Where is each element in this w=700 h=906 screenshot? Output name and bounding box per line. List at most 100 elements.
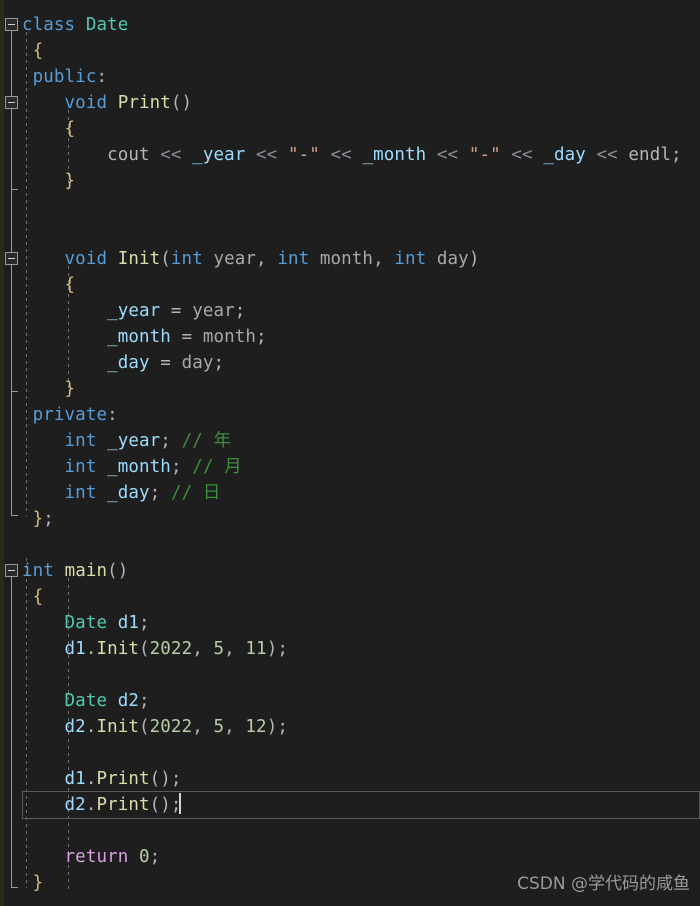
token-plain: () xyxy=(107,561,129,581)
token-brace: } xyxy=(22,873,44,893)
code-line-17[interactable]: int _year; // 年 xyxy=(0,428,700,454)
code-line-text: { xyxy=(22,584,44,610)
token-cmt: // 月 xyxy=(192,457,242,477)
code-line-21[interactable] xyxy=(0,532,700,558)
code-line-3[interactable]: public: xyxy=(0,64,700,90)
code-line-28[interactable]: d2.Init(2022, 5, 12); xyxy=(0,714,700,740)
code-line-9[interactable] xyxy=(0,220,700,246)
token-cmt: // 年 xyxy=(181,431,232,451)
token-param: year xyxy=(192,301,235,321)
token-brace: { xyxy=(22,275,76,295)
token-kw: int xyxy=(64,457,97,477)
token-plain: ( xyxy=(139,717,150,737)
token-kw: int xyxy=(64,431,97,451)
token-plain: ; xyxy=(139,613,150,633)
code-line-26[interactable] xyxy=(0,662,700,688)
code-line-32[interactable] xyxy=(0,818,700,844)
token-cmt: // 日 xyxy=(170,483,221,503)
code-line-22[interactable]: int main() xyxy=(0,558,700,584)
token-kw: int xyxy=(394,249,427,269)
code-line-text: Date d2; xyxy=(22,688,150,714)
code-line-18[interactable]: int _month; // 月 xyxy=(0,454,700,480)
token-op: << xyxy=(160,145,182,165)
token-plain: ; xyxy=(170,457,182,477)
code-line-14[interactable]: _day = day; xyxy=(0,350,700,376)
code-line-text: d1.Init(2022, 5, 11); xyxy=(22,636,288,662)
token-param: day xyxy=(181,353,214,373)
token-var: d2 xyxy=(64,717,86,737)
token-plain: ; xyxy=(213,353,225,373)
token-num: 2022 xyxy=(149,717,193,737)
code-line-5[interactable]: { xyxy=(0,116,700,142)
code-line-13[interactable]: _month = month; xyxy=(0,324,700,350)
code-line-12[interactable]: _year = year; xyxy=(0,298,700,324)
token-plain: cout xyxy=(107,145,150,165)
code-line-23[interactable]: { xyxy=(0,584,700,610)
token-plain: , xyxy=(192,717,214,737)
code-line-15[interactable]: } xyxy=(0,376,700,402)
code-line-2[interactable]: { xyxy=(0,38,700,64)
code-line-text: public: xyxy=(22,64,107,90)
code-line-text: Date d1; xyxy=(22,610,150,636)
token-kw: private xyxy=(32,405,108,425)
code-line-11[interactable]: { xyxy=(0,272,700,298)
token-plain: = xyxy=(160,301,193,321)
code-line-7[interactable]: } xyxy=(0,168,700,194)
token-num: 12 xyxy=(245,717,267,737)
token-kw: class xyxy=(22,15,76,35)
code-editor-surface[interactable]: class Date { public: void Print() { cout… xyxy=(0,0,700,906)
code-line-29[interactable] xyxy=(0,740,700,766)
code-line-6[interactable]: cout << _year << "-" << _month << "-" <<… xyxy=(0,142,700,168)
code-line-4[interactable]: void Print() xyxy=(0,90,700,116)
code-line-10[interactable]: void Init(int year, int month, int day) xyxy=(0,246,700,272)
code-line-19[interactable]: int _day; // 日 xyxy=(0,480,700,506)
token-plain: ); xyxy=(266,639,288,659)
token-num: 5 xyxy=(213,639,225,659)
token-plain: ; xyxy=(139,691,150,711)
code-line-20[interactable]: }; xyxy=(0,506,700,532)
code-line-25[interactable]: d1.Init(2022, 5, 11); xyxy=(0,636,700,662)
code-line-8[interactable] xyxy=(0,194,700,220)
code-line-27[interactable]: Date d2; xyxy=(0,688,700,714)
code-line-16[interactable]: private: xyxy=(0,402,700,428)
code-line-24[interactable]: Date d1; xyxy=(0,610,700,636)
token-num: 2022 xyxy=(149,639,193,659)
token-fn: Print xyxy=(117,93,171,113)
code-line-1[interactable]: class Date xyxy=(0,12,700,38)
token-op: << xyxy=(330,145,352,165)
token-brace: { xyxy=(22,587,44,607)
code-line-31[interactable]: d2.Print(); xyxy=(0,792,700,818)
text-caret xyxy=(179,793,181,814)
code-line-text: class Date xyxy=(22,12,128,38)
code-line-30[interactable]: d1.Print(); xyxy=(0,766,700,792)
code-line-text: } xyxy=(22,168,76,194)
token-plain: , xyxy=(192,639,214,659)
token-brace: { xyxy=(22,41,44,61)
token-var: _year xyxy=(107,301,161,321)
code-text-layer[interactable]: class Date { public: void Print() { cout… xyxy=(0,0,700,906)
token-var: _day xyxy=(107,483,150,503)
token-plain: . xyxy=(85,795,97,815)
code-line-33[interactable]: return 0; xyxy=(0,844,700,870)
